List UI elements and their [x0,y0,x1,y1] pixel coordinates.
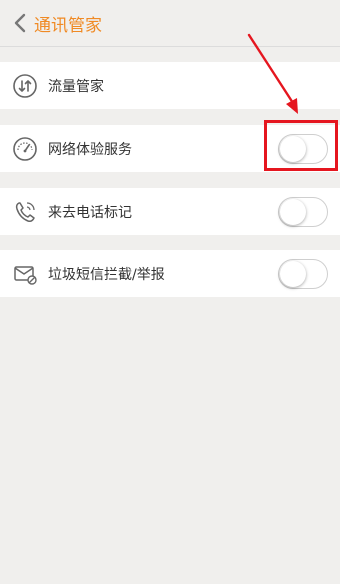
annotation-arrow-icon [247,33,298,114]
